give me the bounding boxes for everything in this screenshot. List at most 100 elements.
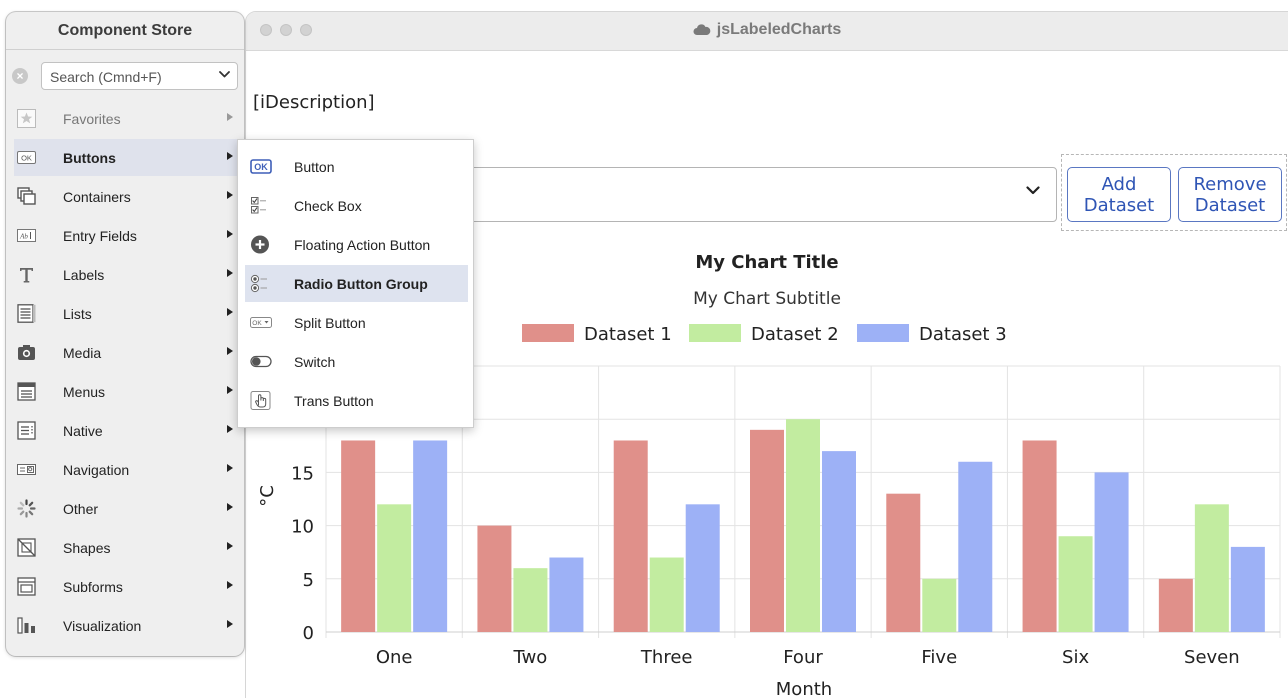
bar (413, 440, 448, 632)
submenu-arrow-icon (227, 386, 233, 394)
bar (750, 429, 784, 632)
y-tick-label: 10 (291, 517, 314, 538)
remove-dataset-label-2: Dataset (1194, 195, 1266, 216)
category-label: Native (63, 423, 103, 439)
bar (341, 440, 376, 632)
legend-swatch (857, 324, 909, 342)
legend-swatch (522, 324, 574, 342)
submenu-item-split-button[interactable]: OK Split Button (245, 304, 468, 341)
submenu-item-trans-button[interactable]: Trans Button (245, 382, 468, 419)
submenu-arrow-icon (227, 269, 233, 277)
submenu-item-label: Trans Button (294, 393, 374, 409)
submenu-item-label: Button (294, 159, 335, 175)
submenu-item-radio-button-group[interactable]: Radio Button Group (245, 265, 468, 302)
entry-field-icon: Ab (17, 229, 36, 242)
clear-search-icon[interactable]: × (12, 68, 28, 84)
category-visualization[interactable]: Visualization (14, 607, 242, 644)
category-label: Favorites (63, 111, 121, 127)
category-navigation[interactable]: Navigation (14, 451, 242, 488)
x-tick-label: Seven (1184, 647, 1240, 668)
x-tick-label: Three (640, 647, 693, 668)
cloud-icon (693, 24, 711, 35)
chart-title: My Chart Title (695, 252, 838, 273)
add-dataset-button[interactable]: Add Dataset (1067, 167, 1171, 222)
subform-icon (17, 577, 36, 596)
radio-group-icon (250, 274, 267, 293)
category-native[interactable]: Native (14, 412, 242, 449)
submenu-arrow-icon (227, 230, 233, 238)
svg-text:OK: OK (252, 320, 262, 327)
camera-icon (18, 345, 35, 360)
bar (1158, 578, 1193, 632)
submenu-arrow-icon (227, 308, 233, 316)
svg-text:OK: OK (254, 162, 268, 172)
spinner-icon (17, 499, 36, 518)
category-shapes[interactable]: Shapes (14, 529, 242, 566)
y-tick-label: 0 (303, 623, 314, 644)
submenu-arrow-icon (227, 464, 233, 472)
submenu-item-button[interactable]: OK Button (245, 148, 468, 185)
legend-label: Dataset 1 (584, 324, 672, 345)
category-label: Entry Fields (63, 228, 137, 244)
split-button-icon: OK (250, 317, 272, 328)
x-tick-label: Five (921, 647, 957, 668)
category-buttons[interactable]: OK Buttons (14, 139, 242, 176)
bar (786, 419, 820, 632)
component-search-input[interactable] (48, 65, 212, 89)
buttons-submenu: OK Button Check Box Floating Action Butt… (237, 139, 474, 428)
bar (822, 451, 856, 632)
submenu-arrow-icon (227, 620, 233, 628)
submenu-item-switch[interactable]: Switch (245, 343, 468, 380)
remove-dataset-button[interactable]: Remove Dataset (1178, 167, 1282, 222)
toggle-icon (250, 355, 272, 368)
category-other[interactable]: Other (14, 490, 242, 527)
ok-button-icon: OK (17, 151, 36, 164)
text-label-icon (20, 268, 33, 283)
add-dataset-label-1: Add (1101, 174, 1137, 195)
category-subforms[interactable]: Subforms (14, 568, 242, 605)
category-media[interactable]: Media (14, 334, 242, 371)
legend-label: Dataset 3 (919, 324, 1007, 345)
bar (685, 504, 720, 632)
x-axis-label: Month (776, 679, 832, 698)
submenu-arrow-icon (227, 152, 233, 160)
svg-text:Ab: Ab (19, 233, 28, 241)
navigation-icon (17, 464, 36, 475)
category-labels[interactable]: Labels (14, 256, 242, 293)
add-dataset-label-2: Dataset (1083, 195, 1155, 216)
pointer-hand-icon (250, 391, 271, 410)
category-menus[interactable]: Menus (14, 373, 242, 410)
category-label: Lists (63, 306, 92, 322)
bar (377, 504, 412, 632)
bar (649, 557, 684, 632)
submenu-item-check-box[interactable]: Check Box (245, 187, 468, 224)
component-store-panel: Component Store × Favorites OK Buttons C… (6, 12, 244, 656)
category-label: Subforms (63, 579, 123, 595)
category-entry-fields[interactable]: Ab Entry Fields (14, 217, 242, 254)
category-label: Visualization (63, 618, 142, 634)
category-label: Labels (63, 267, 105, 283)
shapes-icon (17, 538, 36, 557)
submenu-arrow-icon (227, 581, 233, 589)
x-tick-label: One (376, 647, 413, 668)
bar-chart-icon (17, 617, 35, 634)
y-tick-label: 5 (303, 570, 314, 591)
chevron-down-icon (219, 71, 230, 78)
category-label: Other (63, 501, 99, 517)
component-search[interactable] (41, 62, 238, 90)
category-favorites[interactable]: Favorites (14, 100, 242, 137)
category-containers[interactable]: Containers (14, 178, 242, 215)
category-lists[interactable]: Lists (14, 295, 242, 332)
bar (958, 461, 993, 632)
submenu-item-floating-action-button[interactable]: Floating Action Button (245, 226, 468, 263)
containers-icon (17, 187, 36, 205)
submenu-item-label: Radio Button Group (294, 276, 428, 292)
submenu-arrow-icon (227, 347, 233, 355)
submenu-item-label: Split Button (294, 315, 366, 331)
bar (613, 440, 648, 632)
plus-circle-icon (251, 235, 269, 254)
native-icon (17, 421, 36, 440)
category-label: Buttons (63, 150, 116, 166)
y-axis-label: °C (257, 485, 278, 507)
category-label: Menus (63, 384, 106, 400)
